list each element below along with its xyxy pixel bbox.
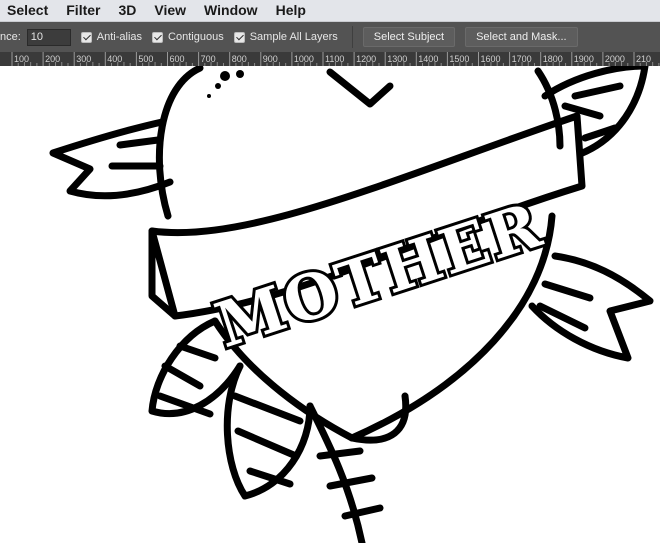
select-subject-button[interactable]: Select Subject [362,27,456,47]
left-ribbon-fold-line [108,136,164,170]
checkbox-checked-icon [152,31,164,43]
options-divider [351,26,353,48]
ruler-label: 600 [170,54,185,64]
ruler-scale: 100 200 300 400 500 600 700 800 900 1000 1100 1200 1… [11,52,660,66]
ruler-label: 200 [45,54,60,64]
menu-window[interactable]: Window [195,0,267,21]
ruler-label: 1500 [449,54,469,64]
tolerance-input[interactable] [26,28,71,46]
anti-alias-label: Anti-alias [96,31,143,43]
select-and-mask-button[interactable]: Select and Mask... [465,27,578,47]
ruler-label: 400 [107,54,122,64]
options-bar: nce: Anti-alias Contiguous Sample All La… [0,22,660,52]
sample-all-layers-label: Sample All Layers [249,31,338,43]
ruler-label: 1100 [325,54,344,64]
ruler-label: 900 [263,54,278,64]
ruler-label: 100 [14,54,29,64]
heart-tattoo-artwork: MOTHER [49,66,654,543]
left-ribbon-tail [49,118,174,200]
document-canvas[interactable]: MOTHER [0,66,660,543]
menu-bar: Select Filter 3D View Window Help [0,0,660,22]
menu-select[interactable]: Select [0,0,57,21]
sample-all-layers-checkbox[interactable]: Sample All Layers [233,31,338,43]
ruler-label: 300 [76,54,91,64]
ruler-label: 800 [232,54,247,64]
ruler-label: 210 [636,54,651,64]
ruler-label: 1000 [294,54,314,64]
menu-view[interactable]: View [145,0,195,21]
upper-right-leaf-veins [561,82,624,142]
menu-help[interactable]: Help [267,0,315,21]
ruler-label: 700 [201,54,216,64]
ruler-label: 500 [138,54,153,64]
ruler-label: 1300 [387,54,407,64]
ruler-label: 1700 [512,54,532,64]
tolerance-label: nce: [0,31,21,43]
contiguous-checkbox[interactable]: Contiguous [152,31,224,43]
checkbox-checked-icon [233,31,245,43]
heart-left-lobe [155,66,204,220]
anti-alias-checkbox[interactable]: Anti-alias [80,31,143,43]
contiguous-label: Contiguous [168,31,224,43]
ruler-label: 1900 [574,54,594,64]
menu-3d[interactable]: 3D [109,0,145,21]
checkbox-checked-icon [80,31,92,43]
horizontal-ruler[interactable]: 100 200 300 400 500 600 700 800 900 1000 1100 1200 1… [0,52,660,66]
ruler-label: 1400 [418,54,438,64]
heart-right-lobe [326,68,394,108]
menu-filter[interactable]: Filter [57,0,109,21]
heart-right-shoulder [534,67,564,150]
ruler-label: 1200 [356,54,376,64]
ruler-label: 2000 [605,54,625,64]
ruler-label: 1600 [481,54,501,64]
ruler-label: 1800 [543,54,563,64]
